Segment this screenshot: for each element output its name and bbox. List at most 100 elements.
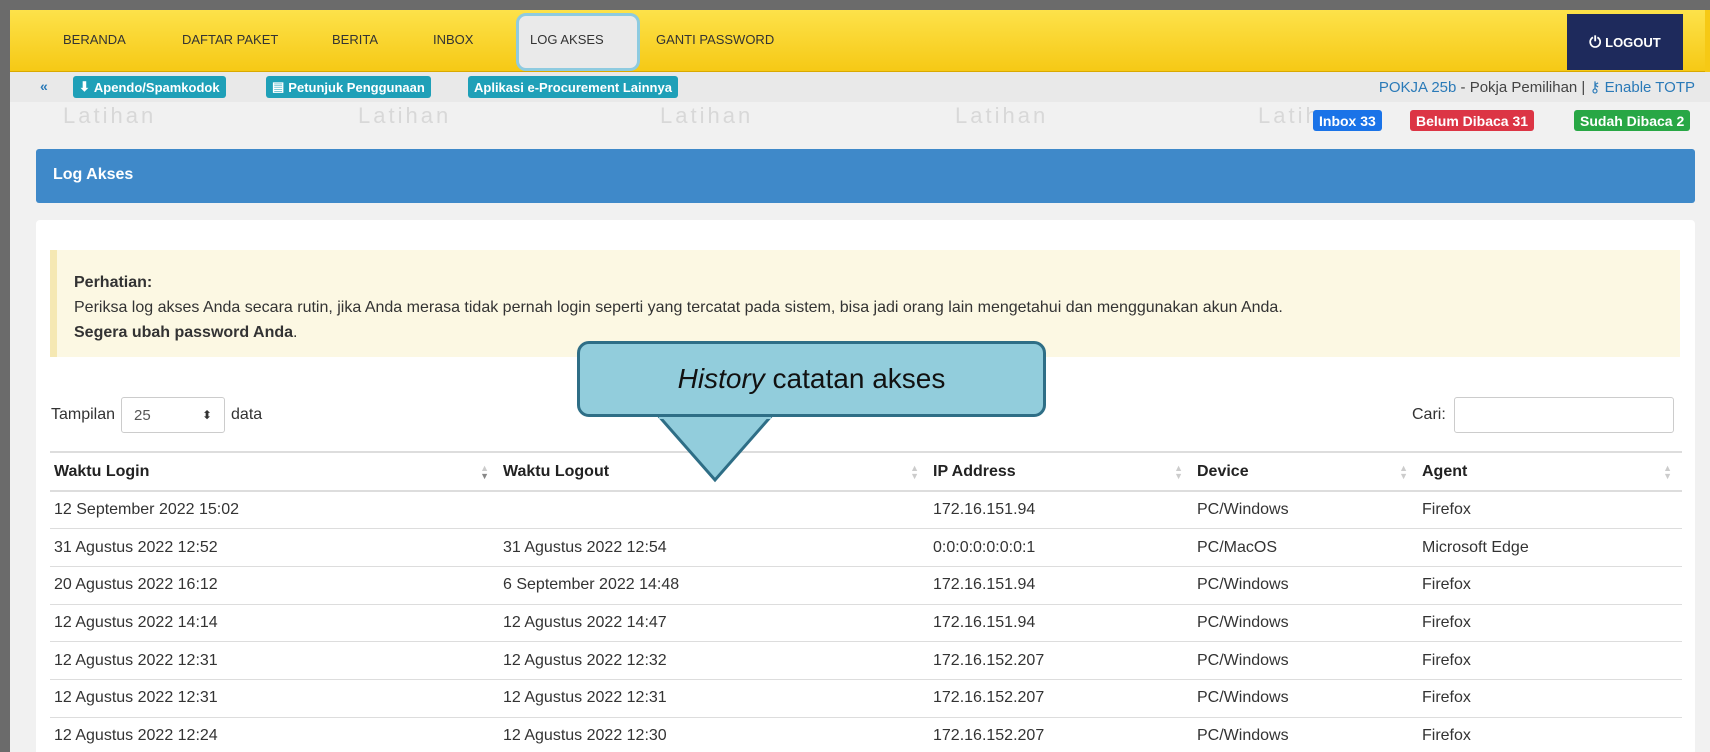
top-navbar: BERANDA DAFTAR PAKET BERITA INBOX LOG AK… xyxy=(10,10,1710,72)
unread-badge[interactable]: Belum Dibaca 31 xyxy=(1410,110,1535,131)
cell-ip: 172.16.152.207 xyxy=(929,641,1193,680)
aplikasi-button[interactable]: Aplikasi e-Procurement Lainnya xyxy=(468,76,678,98)
cell-agent: Firefox xyxy=(1418,604,1682,643)
cell-login: 12 Agustus 2022 12:31 xyxy=(50,641,499,680)
table-row: 12 September 2022 15:02 172.16.151.94 PC… xyxy=(50,491,1682,530)
col-waktu-login[interactable]: Waktu Login ▲ ▼ xyxy=(50,451,499,492)
petunjuk-label: Petunjuk Penggunaan xyxy=(288,79,425,95)
table-row: 12 Agustus 2022 14:14 12 Agustus 2022 14… xyxy=(50,604,1682,643)
sort-updown-icon: ⬍ xyxy=(201,408,213,422)
logout-button[interactable]: ⏻ LOGOUT xyxy=(1567,14,1683,70)
nav-berita[interactable]: BERITA xyxy=(332,32,378,47)
cell-logout: 12 Agustus 2022 14:47 xyxy=(499,604,929,643)
callout-tail xyxy=(655,414,775,483)
book-icon: ▤ xyxy=(272,79,285,94)
nav-log-akses[interactable]: LOG AKSES xyxy=(530,32,604,47)
petunjuk-button[interactable]: ▤ Petunjuk Penggunaan xyxy=(266,76,431,98)
cell-device: PC/Windows xyxy=(1193,491,1418,530)
show-label: Tampilan xyxy=(51,406,116,423)
cell-login: 31 Agustus 2022 12:52 xyxy=(50,528,499,567)
alert-end: . xyxy=(293,324,298,341)
nav-beranda[interactable]: BERANDA xyxy=(63,32,126,47)
callout-text: catatan akses xyxy=(764,363,946,394)
cell-login: 12 Agustus 2022 14:14 xyxy=(50,604,499,643)
sort-icon: ▲ ▼ xyxy=(1399,463,1408,481)
sort-icon: ▲ ▼ xyxy=(480,463,489,481)
alert-strong: Segera ubah password Anda xyxy=(74,324,294,341)
inbox-count-badge[interactable]: Inbox 33 xyxy=(1313,110,1382,131)
enable-totp-link[interactable]: Enable TOTP xyxy=(1605,79,1695,96)
table-header-row: Waktu Login ▲ ▼ Waktu Logout ▲ ▼ IP Address ▲… xyxy=(50,451,1682,492)
page-size-value: 25 xyxy=(134,406,151,424)
collapse-up-icon[interactable]: « xyxy=(40,78,48,94)
col-device[interactable]: Device ▲ ▼ xyxy=(1193,451,1418,492)
download-icon: ⬇ xyxy=(79,79,90,94)
search-control: Cari: xyxy=(1412,397,1674,433)
watermark-text: Latihan xyxy=(955,103,1049,128)
page-size-select[interactable]: 25 ⬍ xyxy=(121,397,226,433)
cell-ip: 0:0:0:0:0:0:0:1 xyxy=(929,528,1193,567)
sort-icon: ▲ ▼ xyxy=(1174,463,1183,481)
cell-agent: Microsoft Edge xyxy=(1418,528,1682,567)
watermark-text: Latihan xyxy=(358,103,452,128)
sort-icon: ▲ ▼ xyxy=(1663,463,1672,481)
cell-device: PC/Windows xyxy=(1193,679,1418,718)
table-row: 31 Agustus 2022 12:52 31 Agustus 2022 12… xyxy=(50,528,1682,567)
user-role: - Pokja Pemilihan | xyxy=(1456,79,1590,96)
col-ip-address[interactable]: IP Address ▲ ▼ xyxy=(929,451,1193,492)
cell-logout: 12 Agustus 2022 12:31 xyxy=(499,679,929,718)
user-group-link[interactable]: POKJA 25b xyxy=(1379,79,1457,96)
cell-logout: 31 Agustus 2022 12:54 xyxy=(499,528,929,567)
cell-agent: Firefox xyxy=(1418,717,1682,752)
read-badge[interactable]: Sudah Dibaca 2 xyxy=(1574,110,1691,131)
alert-title: Perhatian: xyxy=(74,274,153,291)
cell-ip: 172.16.152.207 xyxy=(929,717,1193,752)
search-label: Cari: xyxy=(1412,406,1446,423)
cell-agent: Firefox xyxy=(1418,679,1682,718)
table-row: 12 Agustus 2022 12:24 12 Agustus 2022 12… xyxy=(50,717,1682,752)
cell-logout: 12 Agustus 2022 12:32 xyxy=(499,641,929,680)
navbar-edge xyxy=(1705,10,1710,72)
power-icon: ⏻ xyxy=(1589,33,1602,51)
panel-title: Log Akses xyxy=(36,149,1695,203)
table-row: 12 Agustus 2022 12:31 12 Agustus 2022 12… xyxy=(50,679,1682,718)
col-agent[interactable]: Agent ▲ ▼ xyxy=(1418,451,1682,492)
data-label: data xyxy=(231,406,263,423)
cell-device: PC/Windows xyxy=(1193,717,1418,752)
access-log-table: Waktu Login ▲ ▼ Waktu Logout ▲ ▼ IP Address ▲… xyxy=(50,451,1682,752)
search-input[interactable] xyxy=(1453,397,1674,433)
sub-toolbar: « ⬇ Apendo/Spamkodok ▤ Petunjuk Pengguna… xyxy=(10,72,1710,102)
cell-login: 20 Agustus 2022 16:12 xyxy=(50,566,499,605)
alert-body: Periksa log akses Anda secara rutin, jik… xyxy=(74,299,1283,316)
nav-inbox[interactable]: INBOX xyxy=(433,32,473,47)
cell-ip: 172.16.151.94 xyxy=(929,604,1193,643)
cell-ip: 172.16.152.207 xyxy=(929,679,1193,718)
callout-box: History catatan akses xyxy=(577,341,1046,417)
cell-device: PC/MacOS xyxy=(1193,528,1418,567)
apendo-button[interactable]: ⬇ Apendo/Spamkodok xyxy=(73,76,226,98)
aplikasi-label: Aplikasi e-Procurement Lainnya xyxy=(474,79,672,95)
cell-login: 12 Agustus 2022 12:31 xyxy=(50,679,499,718)
logout-label: LOGOUT xyxy=(1605,34,1661,50)
table-row: 20 Agustus 2022 16:12 6 September 2022 1… xyxy=(50,566,1682,605)
table-row: 12 Agustus 2022 12:31 12 Agustus 2022 12… xyxy=(50,641,1682,680)
cell-logout: 12 Agustus 2022 12:30 xyxy=(499,717,929,752)
nav-daftar-paket[interactable]: DAFTAR PAKET xyxy=(182,32,278,47)
cell-ip: 172.16.151.94 xyxy=(929,491,1193,530)
page-length-control: Tampilan 25 ⬍ data xyxy=(51,397,262,433)
cell-ip: 172.16.151.94 xyxy=(929,566,1193,605)
key-icon: ⚷ xyxy=(1589,79,1605,96)
watermark-text: Latihan xyxy=(660,103,754,128)
cell-device: PC/Windows xyxy=(1193,566,1418,605)
cell-agent: Firefox xyxy=(1418,566,1682,605)
user-info: POKJA 25b - Pokja Pemilihan | ⚷ Enable T… xyxy=(1379,78,1695,96)
callout-italic: History xyxy=(677,363,765,394)
cell-logout xyxy=(499,491,929,530)
cell-logout: 6 September 2022 14:48 xyxy=(499,566,929,605)
nav-ganti-password[interactable]: GANTI PASSWORD xyxy=(656,32,774,47)
cell-agent: Firefox xyxy=(1418,641,1682,680)
cell-device: PC/Windows xyxy=(1193,604,1418,643)
cell-login: 12 September 2022 15:02 xyxy=(50,491,499,530)
cell-device: PC/Windows xyxy=(1193,641,1418,680)
sort-icon: ▲ ▼ xyxy=(910,463,919,481)
